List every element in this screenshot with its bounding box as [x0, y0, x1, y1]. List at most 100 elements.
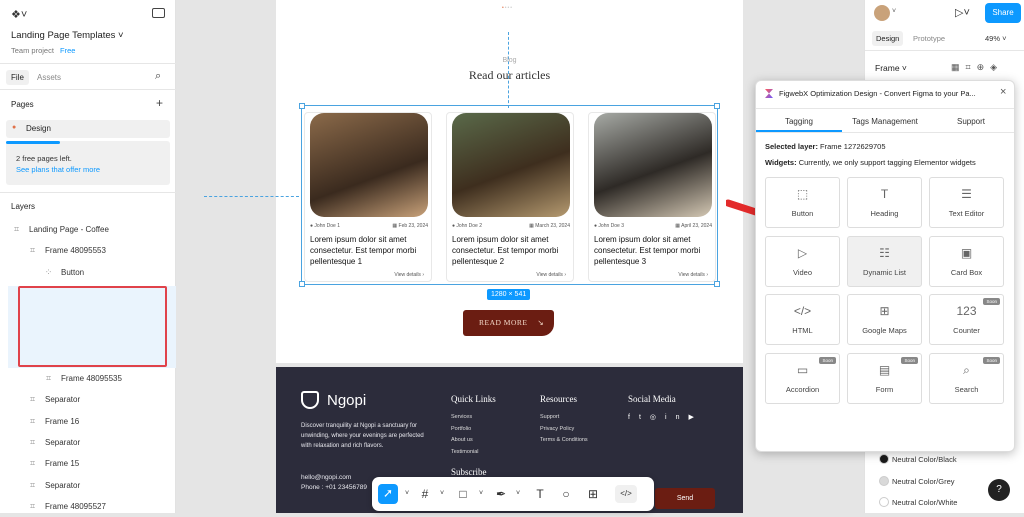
project-title[interactable]: Landing Page Templates ˅ [11, 30, 124, 41]
widget-search[interactable]: ⌕ Search Soon [929, 352, 1004, 404]
layer-item[interactable]: ⁘ Button [0, 262, 176, 283]
chevron-down-icon[interactable]: ˅ [398, 485, 416, 503]
quick-link[interactable]: Testimonial [451, 447, 479, 459]
quick-link[interactable]: Services [451, 412, 479, 424]
widget-counter[interactable]: 123 Counter Soon [929, 294, 1004, 345]
quick-link[interactable]: About us [451, 435, 479, 447]
blog-card[interactable]: ● John Doe 1 ▦ Feb 23, 2024 Lorem ipsum do… [304, 112, 432, 282]
color-style-item[interactable]: Neutral Color/Black [865, 450, 1024, 470]
resource-link[interactable]: Support [540, 412, 588, 424]
widget-label: Card Box [950, 267, 983, 277]
layer-item[interactable]: ⌗ Separator [0, 389, 176, 410]
widget-video[interactable]: ▷ Video [765, 235, 840, 287]
widget-label: HTML [792, 326, 813, 335]
widget-heading[interactable]: T Heading [847, 177, 922, 228]
view-details-link[interactable]: View details › [536, 272, 566, 278]
card-image [452, 113, 570, 217]
view-details-link[interactable]: View details › [394, 272, 424, 278]
chevron-down-icon[interactable]: ˅ [472, 485, 490, 503]
tab-prototype[interactable]: Prototype [913, 34, 945, 43]
tab-file[interactable]: File [6, 70, 29, 85]
layer-item[interactable]: ⌗ Separator [0, 432, 176, 453]
layer-item[interactable]: ⌗ Frame 15 [0, 453, 176, 474]
footer-email: hello@ngopi.com [301, 474, 352, 481]
widget-accordion[interactable]: ▭ Accordion Soon [765, 352, 840, 404]
widget-form[interactable]: ▤ Form Soon [847, 352, 922, 404]
tab-tags-management[interactable]: Tags Management [842, 111, 928, 132]
widget-icon: ▣ [960, 245, 973, 260]
quick-link[interactable]: Portfolio [451, 424, 479, 436]
tab-assets[interactable]: Assets [37, 73, 61, 82]
card-author: ● John Doe 1 [310, 223, 340, 229]
tab-tagging[interactable]: Tagging [756, 111, 842, 132]
resize-handle[interactable] [299, 103, 305, 109]
blog-card[interactable]: ● John Doe 2 ▦ March 23, 2024 Lorem ipsum … [446, 112, 574, 282]
widget-button[interactable]: ⬚ Button [765, 177, 840, 228]
resize-handle[interactable] [299, 281, 305, 287]
frame-tool-icon[interactable]: # [416, 485, 434, 503]
actions-icon[interactable]: ⊞ [584, 485, 602, 503]
tab-support[interactable]: Support [928, 111, 1014, 132]
dev-mode-icon[interactable]: </> [615, 485, 637, 503]
color-name: Neutral Color/Grey [892, 476, 955, 486]
comment-tool-icon[interactable]: ○ [557, 485, 575, 503]
widget-card-box[interactable]: ▣ Card Box [929, 235, 1004, 287]
layer-item[interactable]: ⌗ Frame 48095553 [0, 240, 176, 261]
chevron-down-icon[interactable]: ˅ [509, 485, 527, 503]
close-icon[interactable]: × [1000, 86, 1006, 98]
share-button[interactable]: Share [985, 3, 1021, 23]
resource-link[interactable]: Terms & Conditions [540, 435, 588, 447]
free-pages-notice: 2 free pages left. See plans that offer … [6, 141, 170, 185]
youtube-icon[interactable]: ▶ [688, 414, 702, 421]
widget-dynamic-list[interactable]: ☷ Dynamic List [847, 235, 922, 287]
move-tool-icon[interactable]: ➚ [378, 484, 398, 504]
read-more-button[interactable]: Read More ↘ [463, 310, 554, 336]
layers-heading: Layers [11, 202, 36, 211]
color-name: Neutral Color/White [892, 498, 958, 507]
play-icon[interactable]: ▷˅ [955, 6, 970, 19]
layer-item[interactable]: ⌗ Separator [0, 475, 176, 496]
divider [0, 89, 176, 90]
zoom-level[interactable]: 49% ˅ [985, 34, 1006, 43]
text-tool-icon[interactable]: T [531, 485, 549, 503]
page-emoji-icon: ● [12, 124, 17, 131]
figma-menu-icon[interactable]: ❖˅ [11, 8, 27, 21]
landing-page-frame[interactable]: •••• Blog Read our articles ● John Doe 1… [276, 0, 743, 363]
view-details-link[interactable]: View details › [678, 272, 708, 278]
see-plans-link[interactable]: See plans that offer more [16, 165, 100, 174]
frame-tools-icons[interactable]: ▦⌗⊕◈ [951, 62, 1003, 73]
widget-html[interactable]: </> HTML [765, 294, 840, 345]
pen-tool-icon[interactable]: ✒ [492, 485, 510, 503]
layer-item[interactable]: ⌗ Landing Page - Coffee [0, 219, 176, 240]
avatar[interactable] [874, 5, 890, 21]
tab-design[interactable]: Design [872, 31, 904, 46]
help-button[interactable]: ? [988, 479, 1010, 501]
add-page-icon[interactable]: + [156, 96, 163, 110]
chevron-down-icon[interactable]: ˅ [433, 485, 451, 503]
send-button[interactable]: Send [655, 488, 715, 509]
facebook-icon[interactable]: f [628, 414, 639, 421]
resource-link[interactable]: Privacy Policy [540, 424, 588, 436]
layer-item[interactable]: ⌗ Frame 16 [0, 411, 176, 432]
card-title: Lorem ipsum dolor sit amet consectetur. … [594, 235, 701, 266]
linkedin-icon[interactable]: in [665, 414, 688, 421]
frame-icon: ⌗ [29, 415, 36, 426]
layer-item[interactable]: ⌗ Frame 48095527 [0, 496, 176, 517]
blog-card[interactable]: ● John Doe 3 ▦ April 23, 2024 Lorem ipsum … [588, 112, 716, 282]
divider [0, 63, 176, 64]
twitter-icon[interactable]: t [639, 414, 650, 421]
sidebar-toggle-icon[interactable] [152, 8, 165, 18]
frame-label[interactable]: Frame ˅ [875, 63, 907, 73]
widget-icon: </> [793, 304, 812, 318]
resize-handle[interactable] [714, 281, 720, 287]
search-icon[interactable]: ⌕ [155, 70, 161, 83]
blog-label: Blog [502, 57, 517, 64]
widget-text-editor[interactable]: ☰ Text Editor [929, 177, 1004, 228]
layer-item[interactable]: ⌗ Frame 48095535 [0, 368, 176, 389]
widget-google-maps[interactable]: ⊞ Google Maps [847, 294, 922, 345]
chevron-down-icon[interactable]: ˅ [892, 8, 896, 15]
resize-handle[interactable] [714, 103, 720, 109]
instagram-icon[interactable]: ◎ [650, 414, 665, 421]
page-item-design[interactable]: ● Design [6, 120, 170, 138]
rectangle-tool-icon[interactable]: □ [454, 485, 472, 503]
